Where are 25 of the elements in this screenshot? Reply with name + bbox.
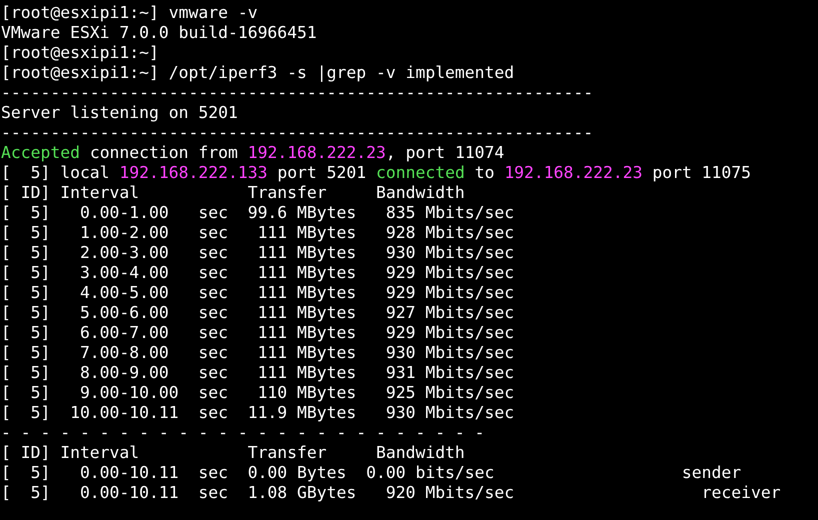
terminal-line: [ 5] 4.00-5.00 sec 111 MBytes 929 Mbits/sec	[1, 283, 514, 303]
terminal-line: VMware ESXi 7.0.0 build-16966451	[1, 23, 317, 43]
terminal-line: [ 5] 3.00-4.00 sec 111 MBytes 929 Mbits/sec	[1, 263, 514, 283]
terminal-line: [ 5] 2.00-3.00 sec 111 MBytes 930 Mbits/sec	[1, 243, 514, 263]
terminal-line: [ 5] 10.00-10.11 sec 11.9 MBytes 930 Mbits/sec	[1, 403, 514, 423]
terminal-line: - - - - - - - - - - - - - - - - - - - - - - - - -	[1, 423, 485, 443]
terminal-line: [ 5] local 192.168.222.133 port 5201 connected to 192.168.222.23 port 11075	[1, 163, 752, 183]
terminal-line: [ 5] 7.00-8.00 sec 111 MBytes 930 Mbits/sec	[1, 343, 514, 363]
terminal-line: [ 5] 9.00-10.00 sec 110 MBytes 925 Mbits/sec	[1, 383, 514, 403]
terminal-line: Server listening on 5201	[1, 103, 238, 123]
terminal-line: [root@esxipi1:~] vmware -v	[1, 3, 258, 23]
terminal-line: [ 5] 5.00-6.00 sec 111 MBytes 927 Mbits/sec	[1, 303, 514, 323]
terminal-line: Accepted connection from 192.168.222.23, port 11074	[1, 143, 504, 163]
terminal-line: [ ID] Interval Transfer Bandwidth	[1, 183, 465, 203]
terminal-line: [ 5] 6.00-7.00 sec 111 MBytes 929 Mbits/sec	[1, 323, 514, 343]
terminal-line: [ 5] 1.00-2.00 sec 111 MBytes 928 Mbits/sec	[1, 223, 514, 243]
terminal-line: ------------------------------------------------------------	[1, 83, 594, 103]
terminal-line: [ ID] Interval Transfer Bandwidth	[1, 443, 465, 463]
terminal-line: [ 5] 0.00-1.00 sec 99.6 MBytes 835 Mbits/sec	[1, 203, 514, 223]
terminal-line: [root@esxipi1:~]	[1, 43, 159, 63]
terminal-line: [ 5] 8.00-9.00 sec 111 MBytes 931 Mbits/sec	[1, 363, 514, 383]
terminal-line: [ 5] 0.00-10.11 sec 1.08 GBytes 920 Mbits/sec receiver	[1, 483, 781, 503]
terminal-line: [ 5] 0.00-10.11 sec 0.00 Bytes 0.00 bits/sec sender	[1, 463, 742, 483]
terminal-line: [root@esxipi1:~] /opt/iperf3 -s |grep -v implemented	[1, 63, 514, 83]
terminal-line: ------------------------------------------------------------	[1, 123, 594, 143]
